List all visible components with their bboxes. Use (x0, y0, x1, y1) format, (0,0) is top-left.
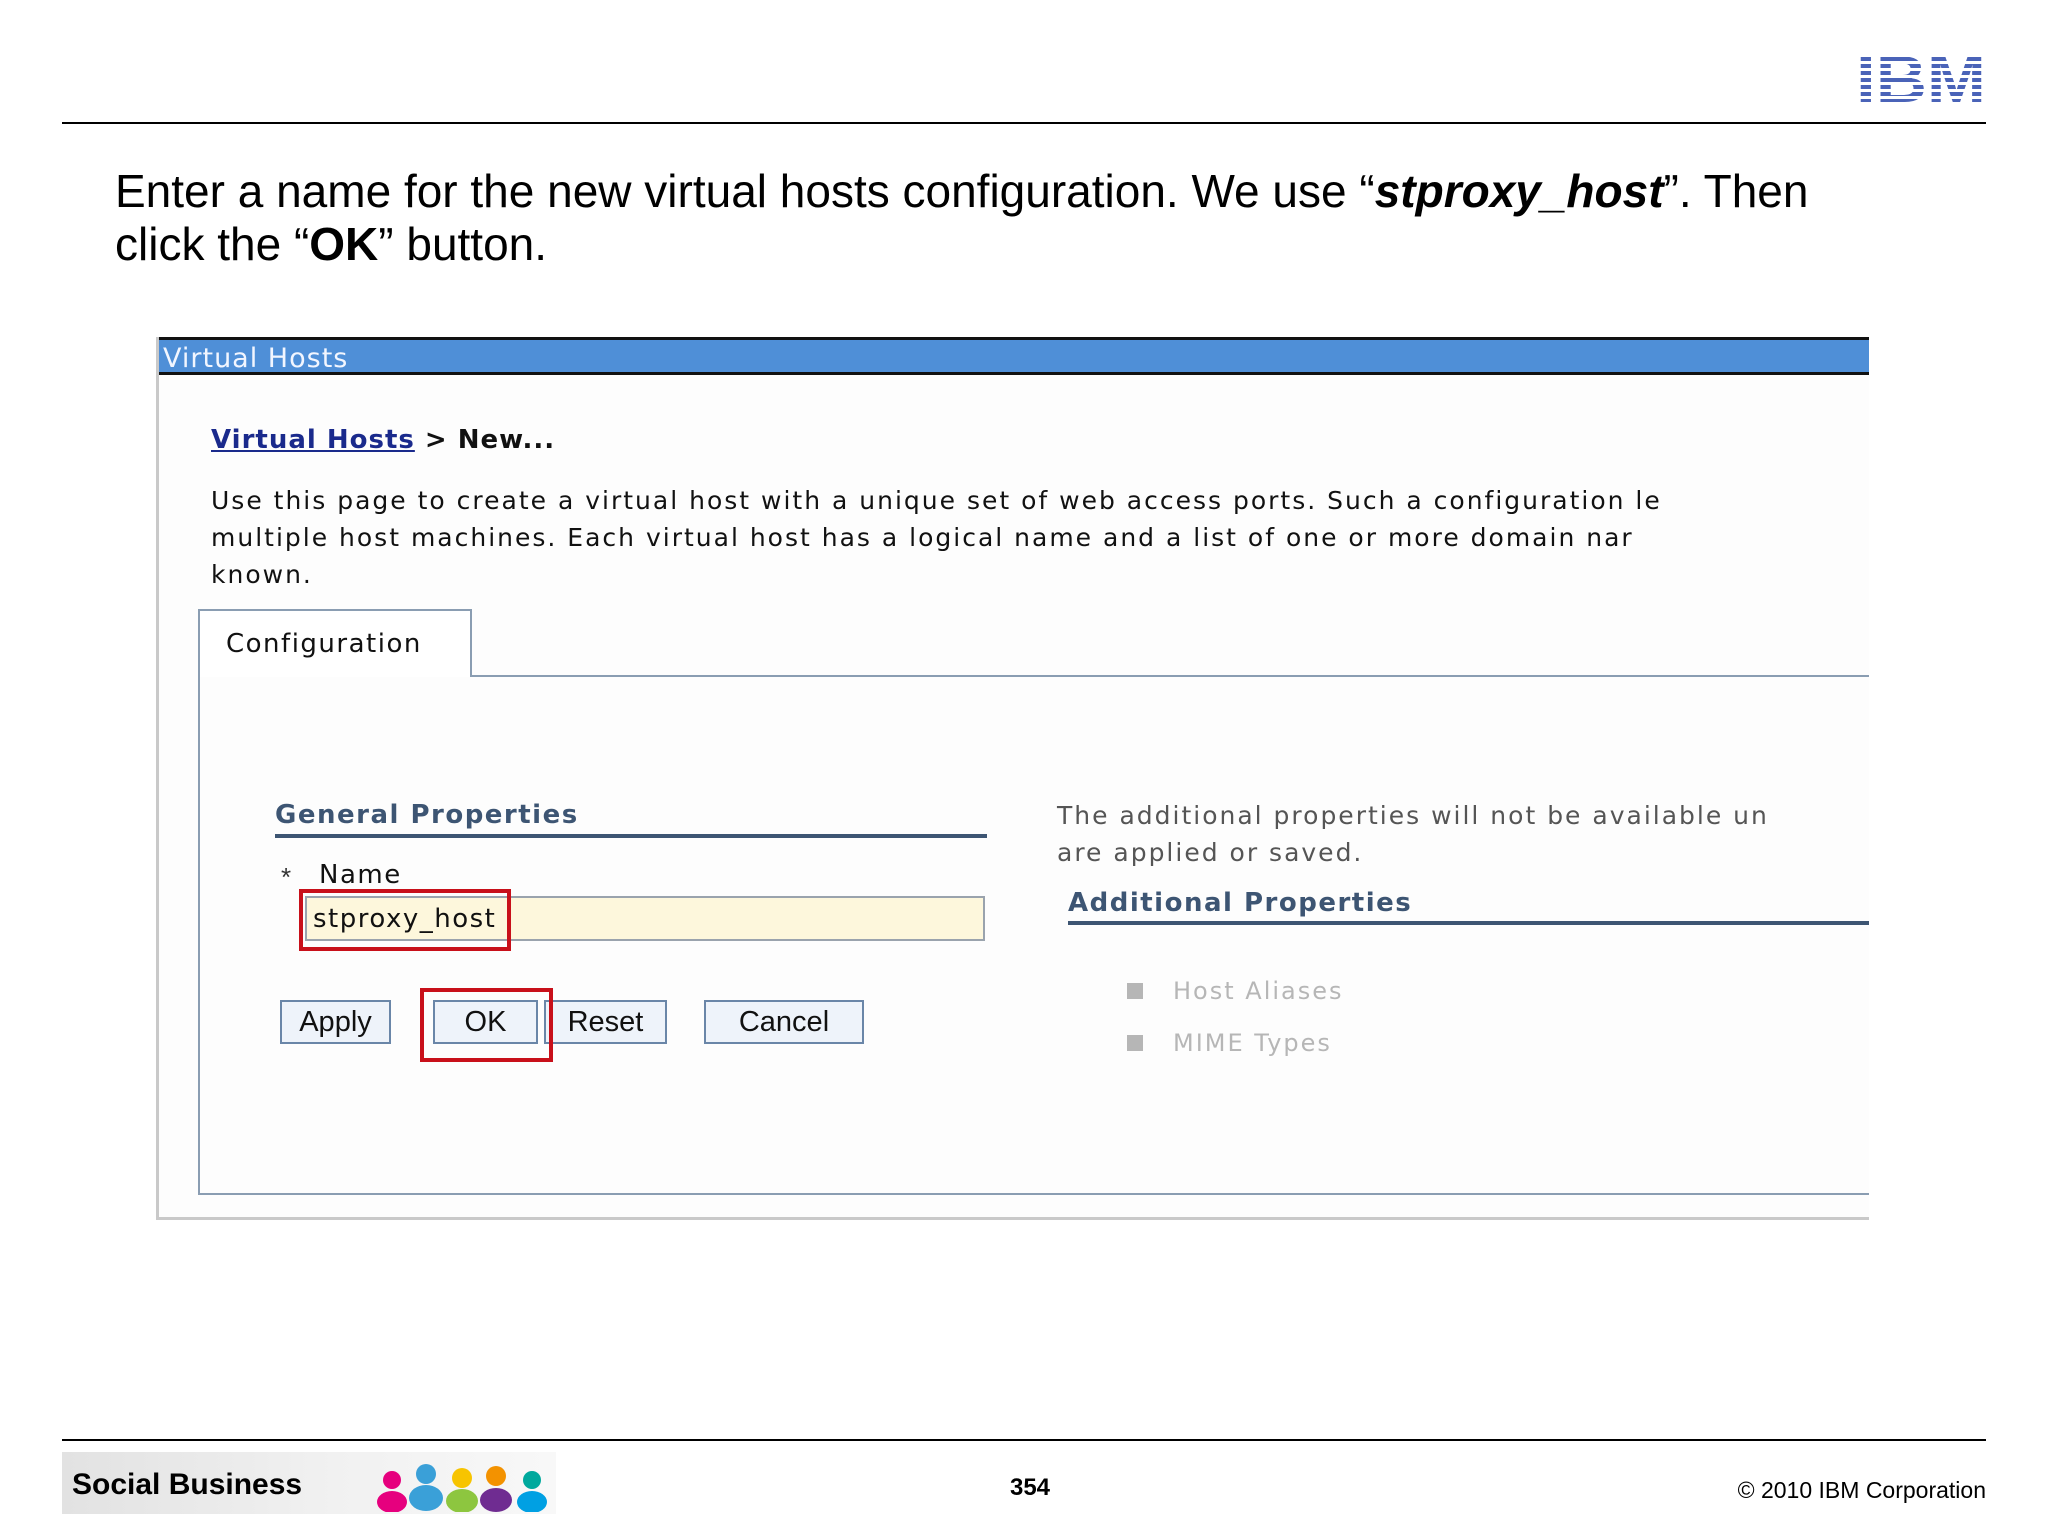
breadcrumb-current: New... (457, 425, 556, 455)
required-marker: * (281, 862, 292, 892)
tab-configuration[interactable]: Configuration (198, 609, 472, 677)
console-titlebar: Virtual Hosts (159, 337, 1869, 375)
console-screenshot: Virtual Hosts Virtual Hosts > New... Use… (156, 337, 1869, 1220)
additional-properties-divider (1068, 921, 1869, 925)
instruction-part2: ”. Then (1663, 165, 1809, 217)
ok-button[interactable]: OK (433, 1000, 538, 1044)
instruction-emphasis-name: stproxy_host (1374, 165, 1664, 217)
instruction-text: Enter a name for the new virtual hosts c… (115, 165, 1875, 271)
footer-brand: Social Business (72, 1468, 303, 1501)
host-aliases-link-disabled: Host Aliases (1173, 977, 1344, 1005)
disabled-bullet-icon (1127, 983, 1143, 999)
general-properties-divider (275, 834, 987, 838)
description-line: known. (211, 560, 313, 589)
instruction-part3: click the “ (115, 218, 310, 270)
breadcrumb-link-virtual-hosts[interactable]: Virtual Hosts (211, 425, 415, 455)
breadcrumb: Virtual Hosts > New... (211, 425, 555, 455)
description-line: multiple host machines. Each virtual hos… (211, 523, 1634, 552)
footer-divider (62, 1439, 1986, 1441)
instruction-emphasis-button: OK (309, 218, 379, 270)
footer-banner: Social Business (62, 1452, 556, 1514)
name-input[interactable] (305, 896, 985, 941)
mime-types-link-disabled: MIME Types (1173, 1029, 1332, 1057)
instruction-part1: Enter a name for the new virtual hosts c… (115, 165, 1375, 217)
console-title: Virtual Hosts (163, 343, 349, 374)
general-properties-heading: General Properties (275, 800, 579, 830)
description-line: Use this page to create a virtual host w… (211, 486, 1662, 515)
disabled-bullet-icon (1127, 1035, 1143, 1051)
page-description: Use this page to create a virtual host w… (211, 482, 1869, 593)
copyright: © 2010 IBM Corporation (1737, 1477, 1986, 1503)
breadcrumb-separator: > (424, 425, 448, 455)
apply-button[interactable]: Apply (280, 1000, 391, 1044)
note-line: The additional properties will not be av… (1057, 801, 1769, 830)
people-graphic-icon (377, 1464, 547, 1512)
note-line: are applied or saved. (1057, 838, 1364, 867)
name-field-label: Name (319, 860, 402, 890)
additional-properties-heading: Additional Properties (1068, 888, 1413, 918)
additional-properties-note: The additional properties will not be av… (1057, 797, 1869, 871)
svg-text:IBM: IBM (1856, 50, 1986, 106)
header-divider (62, 122, 1986, 124)
page-number: 354 (1009, 1474, 1051, 1501)
tab-configuration-label: Configuration (226, 629, 422, 659)
reset-button[interactable]: Reset (544, 1000, 667, 1044)
ibm-logo: IBM (1856, 50, 1986, 106)
instruction-part4: ” button. (378, 218, 548, 270)
cancel-button[interactable]: Cancel (704, 1000, 864, 1044)
